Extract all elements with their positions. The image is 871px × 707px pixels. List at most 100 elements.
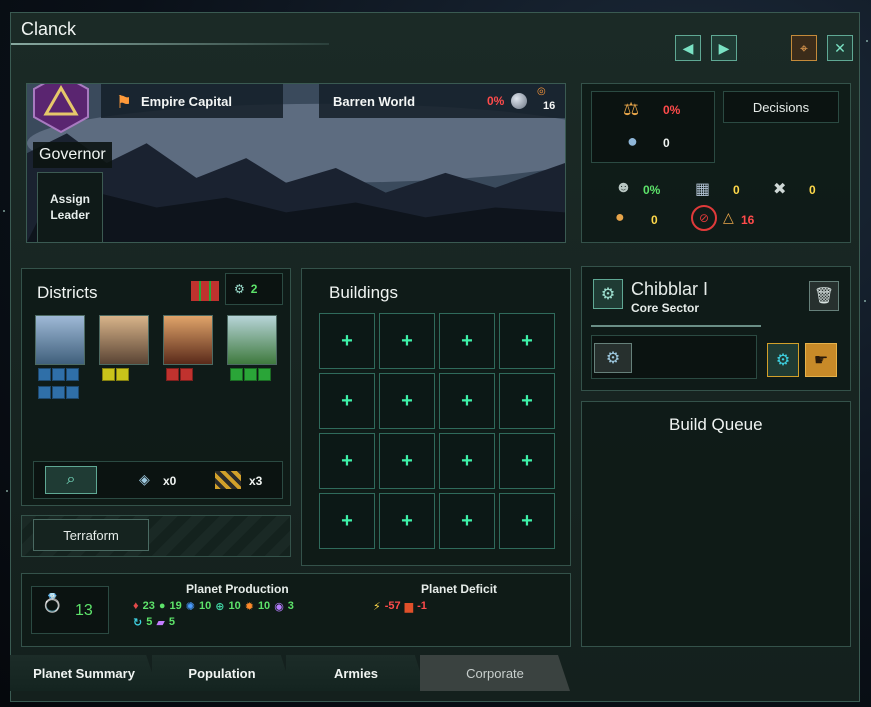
tab-corporate[interactable]: Corporate <box>420 655 570 691</box>
energy-value: -57 <box>384 600 401 612</box>
tab-label: Population <box>188 665 256 681</box>
next-planet-button[interactable]: ▶ <box>711 35 737 61</box>
pop-icon: ● <box>627 131 638 151</box>
planet-window: Clanck ◀ ▶ ⌖ ✕ Empire Capital ⚑ Barren W… <box>10 12 860 702</box>
pop-growth-icon: ◎ <box>537 86 546 97</box>
blocker-count: x0 <box>163 474 177 488</box>
previous-planet-button[interactable]: ◀ <box>675 35 701 61</box>
star <box>866 40 868 42</box>
unity-value: 23 <box>142 600 155 612</box>
building-slot[interactable]: + <box>319 493 375 549</box>
production-row-2: ↻ 5 ▰ 5 <box>133 616 175 629</box>
hand-icon: ☛ <box>813 352 829 369</box>
energy-icon: ⚡ <box>373 601 381 613</box>
stability-value: 0% <box>663 103 681 117</box>
tab-label: Armies <box>333 665 379 681</box>
slot <box>166 368 179 381</box>
building-slot[interactable]: + <box>379 433 435 489</box>
capital-flag-icon: ⚑ <box>115 91 133 112</box>
tab-armies[interactable]: Armies <box>286 655 426 691</box>
slot <box>116 368 129 381</box>
society-icon: ⊕ <box>215 601 225 613</box>
building-slot[interactable]: + <box>499 313 555 369</box>
star <box>3 210 5 212</box>
sector-settings-button[interactable]: ⚙ <box>594 343 632 373</box>
unemployed-value: 0 <box>651 213 658 227</box>
designate-button[interactable]: ☛ <box>805 343 837 377</box>
slot <box>102 368 115 381</box>
star <box>864 300 866 302</box>
slots-icon: ⚙ <box>234 282 245 296</box>
tab-planet-summary[interactable]: Planet Summary <box>10 655 158 691</box>
hazard-count: x3 <box>249 474 263 488</box>
window-title: Clanck <box>21 19 77 39</box>
building-slot[interactable]: + <box>379 313 435 369</box>
survey-button[interactable]: ⌕ <box>45 466 97 494</box>
plus-icon: + <box>341 509 353 532</box>
empire-capital-text: Empire Capital <box>141 93 233 109</box>
no-build-icon: ⊘ <box>691 205 717 231</box>
plus-icon: + <box>461 389 473 412</box>
decisions-button[interactable]: Decisions <box>723 91 839 123</box>
slot <box>52 386 65 399</box>
building-slot[interactable]: + <box>499 373 555 429</box>
mining-district-image[interactable] <box>163 315 213 365</box>
magnify-icon: ⌕ <box>66 471 76 488</box>
building-slot[interactable]: + <box>379 373 435 429</box>
plus-icon: + <box>461 509 473 532</box>
plus-icon: + <box>401 509 413 532</box>
free-jobs-value: 16 <box>741 213 755 227</box>
building-slot[interactable]: + <box>319 433 375 489</box>
building-slot[interactable]: + <box>439 373 495 429</box>
close-button[interactable]: ✕ <box>827 35 853 61</box>
unity-icon: ♦ <box>133 600 139 612</box>
building-slot[interactable]: + <box>439 493 495 549</box>
crime-icon: ☻ <box>615 179 632 196</box>
city-district-image[interactable] <box>35 315 85 365</box>
assign-leader-button[interactable]: Assign Leader <box>37 172 103 242</box>
research-value: 10 <box>199 600 212 612</box>
slot <box>38 386 51 399</box>
research-icon: ✺ <box>185 601 195 613</box>
building-slot[interactable]: + <box>439 313 495 369</box>
sector-icon: ⚙ <box>593 279 623 309</box>
sector-name: Chibblar I <box>631 279 709 299</box>
building-slot[interactable]: + <box>319 313 375 369</box>
plus-icon: + <box>521 329 533 352</box>
building-slot[interactable]: + <box>439 433 495 489</box>
sector-divider <box>591 325 761 327</box>
amenities-icon: ▦ <box>695 181 711 198</box>
build-queue-panel <box>581 401 851 647</box>
plus-icon: + <box>401 449 413 472</box>
building-slot[interactable]: + <box>319 373 375 429</box>
star <box>6 490 8 492</box>
camera-icon: ⌖ <box>800 39 808 56</box>
slot <box>180 368 193 381</box>
slot <box>66 386 79 399</box>
automation-button[interactable]: ⚙ <box>767 343 799 377</box>
building-slot[interactable]: + <box>499 433 555 489</box>
plus-icon: + <box>461 329 473 352</box>
decisions-label: Decisions <box>752 99 810 115</box>
industrial-district-image[interactable] <box>99 315 149 365</box>
building-grid: + + + + + + + + + + + + + + + + <box>319 313 555 549</box>
agriculture-district-slots <box>230 368 272 386</box>
trade-icon: ↻ <box>133 617 143 629</box>
assign-leader-text: Assign Leader <box>49 192 90 222</box>
free-jobs-icon: △ <box>723 209 734 225</box>
terraform-button[interactable]: Terraform <box>33 519 149 551</box>
industrial-district-slots <box>102 368 130 386</box>
release-sector-button[interactable]: 🗑 <box>809 281 839 311</box>
building-slot[interactable]: + <box>379 493 435 549</box>
plus-icon: + <box>401 389 413 412</box>
plus-icon: + <box>461 449 473 472</box>
stability-icon: ⚖ <box>623 99 640 119</box>
stability-box <box>591 91 715 163</box>
agriculture-district-image[interactable] <box>227 315 277 365</box>
camera-focus-button[interactable]: ⌖ <box>791 35 817 61</box>
building-slot[interactable]: + <box>499 493 555 549</box>
buildings-title: Buildings <box>329 283 398 302</box>
tab-population[interactable]: Population <box>152 655 292 691</box>
society-value: 10 <box>228 600 241 612</box>
pop-capacity: 16 <box>543 100 556 112</box>
